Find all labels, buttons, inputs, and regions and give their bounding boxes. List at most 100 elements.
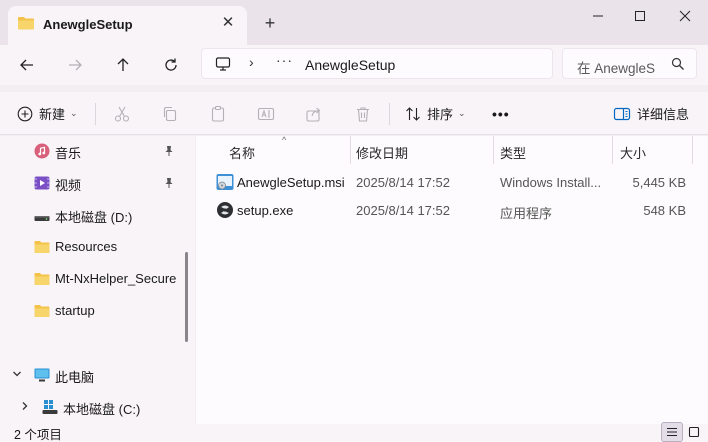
folder-icon (18, 17, 34, 30)
table-row[interactable]: AnewgleSetup.msi 2025/8/14 17:52 Windows… (196, 168, 696, 196)
column-size[interactable]: 大小 (620, 143, 646, 162)
nav-label: 本地磁盘 (D:) (55, 210, 133, 225)
close-tab-icon[interactable]: ✕ (220, 15, 236, 31)
details-view-button[interactable] (661, 422, 683, 442)
column-name[interactable]: 名称 (229, 143, 255, 162)
nav-item-mt-nxhelper[interactable]: Mt-NxHelper_Secure (0, 265, 180, 293)
new-tab-button[interactable]: + (261, 14, 279, 32)
delete-button[interactable] (354, 92, 372, 135)
sort-ascending-icon: ^ (282, 135, 287, 145)
paste-button[interactable] (209, 92, 227, 135)
sort-button[interactable]: 排序 ⌄ (405, 92, 466, 135)
tab-anewglesetup[interactable]: AnewgleSetup ✕ (8, 6, 247, 45)
forward-button[interactable] (61, 51, 89, 79)
tab-title: AnewgleSetup (43, 17, 133, 32)
share-button[interactable] (305, 92, 323, 135)
music-icon (34, 143, 50, 159)
title-bar: AnewgleSetup ✕ + (0, 0, 708, 45)
rename-button[interactable] (257, 92, 275, 135)
sort-label: 排序 (427, 107, 454, 122)
file-type: Windows Install... (500, 175, 602, 190)
maximize-icon (635, 11, 645, 21)
item-count: 2 个项目 (14, 428, 62, 442)
nav-label: startup (55, 303, 95, 318)
column-divider[interactable] (350, 136, 351, 164)
exe-app-icon (217, 202, 233, 218)
nav-item-music[interactable]: 音乐 (0, 137, 180, 165)
nav-label: 音乐 (55, 146, 82, 161)
nav-label: 此电脑 (55, 370, 95, 385)
file-size: 548 KB (643, 203, 686, 218)
nav-item-drive-d[interactable]: 本地磁盘 (D:) (0, 201, 180, 229)
back-button[interactable] (13, 51, 41, 79)
pin-icon (165, 178, 173, 188)
details-pane-icon (613, 107, 631, 120)
chevron-right-icon[interactable] (19, 400, 31, 412)
pin-icon (165, 146, 173, 156)
file-name: setup.exe (237, 203, 294, 218)
new-button[interactable]: 新建 ⌄ (17, 92, 78, 135)
nav-label: Mt-NxHelper_Secure (55, 271, 177, 286)
nav-item-resources[interactable]: Resources (0, 233, 180, 261)
breadcrumb-current[interactable]: AnewgleSetup (305, 57, 395, 73)
scissors-icon (114, 106, 130, 122)
tiles-view-button[interactable] (683, 422, 705, 442)
more-options-button[interactable]: ••• (492, 92, 510, 135)
nav-label: Resources (55, 239, 118, 254)
nav-item-drive-c[interactable]: 本地磁盘 (C:) (0, 393, 180, 421)
trash-icon (357, 106, 369, 122)
column-divider[interactable] (612, 136, 613, 164)
nav-item-video[interactable]: 视频 (0, 169, 180, 197)
windows-drive-icon (42, 400, 58, 414)
details-label: 详细信息 (637, 107, 690, 122)
details-pane-button[interactable]: 详细信息 (613, 92, 689, 135)
plus-circle-icon (17, 106, 33, 121)
address-bar[interactable]: › ··· AnewgleSetup (201, 48, 553, 79)
file-size: 5,445 KB (632, 175, 687, 190)
refresh-button[interactable] (157, 51, 185, 79)
close-window-button[interactable] (663, 0, 707, 32)
table-row[interactable]: setup.exe 2025/8/14 17:52 应用程序 548 KB (196, 196, 696, 224)
column-modified[interactable]: 修改日期 (356, 143, 408, 162)
search-icon[interactable] (671, 57, 685, 71)
column-header-row: ^ 名称 修改日期 类型 大小 (196, 135, 696, 164)
nav-item-this-pc[interactable]: 此电脑 (0, 361, 180, 389)
copy-icon (163, 106, 177, 121)
file-list: ^ 名称 修改日期 类型 大小 AnewgleSetup.msi 2025/8/… (196, 135, 708, 424)
status-bar: 2 个项目 (0, 422, 708, 442)
copy-button[interactable] (161, 92, 179, 135)
computer-icon (34, 368, 50, 382)
search-placeholder: 在 AnewgleSetup 中搜索 (577, 61, 655, 76)
command-bar: 新建 ⌄ 排序 ⌄ ••• 详细信息 (0, 92, 708, 135)
up-button[interactable] (109, 51, 137, 79)
close-icon (679, 10, 691, 22)
minimize-button[interactable] (576, 0, 620, 32)
divider (389, 103, 390, 125)
chevron-down-icon[interactable] (11, 368, 23, 380)
chevron-right-icon[interactable]: › (249, 54, 254, 70)
cut-button[interactable] (113, 92, 131, 135)
path-overflow-button[interactable]: ··· (276, 52, 293, 68)
nav-scrollbar[interactable] (185, 252, 188, 342)
drive-icon (34, 216, 50, 221)
file-name: AnewgleSetup.msi (237, 175, 345, 190)
folder-icon (34, 241, 50, 253)
chevron-down-icon: ⌄ (458, 108, 466, 118)
column-divider[interactable] (692, 136, 693, 164)
column-divider[interactable] (493, 136, 494, 164)
column-type[interactable]: 类型 (500, 143, 526, 162)
share-icon (306, 107, 321, 122)
search-input[interactable]: 在 AnewgleSetup 中搜索 (562, 48, 697, 79)
nav-label: 视频 (55, 178, 82, 193)
msi-installer-icon (216, 174, 234, 190)
nav-item-startup[interactable]: startup (0, 297, 180, 325)
refresh-icon (165, 58, 177, 71)
video-icon (34, 176, 50, 190)
sort-icon (406, 106, 420, 121)
file-type: 应用程序 (500, 206, 553, 221)
arrow-left-icon (20, 59, 33, 71)
clipboard-icon (211, 105, 225, 122)
chevron-down-icon: ⌄ (70, 108, 78, 118)
maximize-button[interactable] (618, 0, 662, 32)
folder-icon (34, 305, 50, 317)
